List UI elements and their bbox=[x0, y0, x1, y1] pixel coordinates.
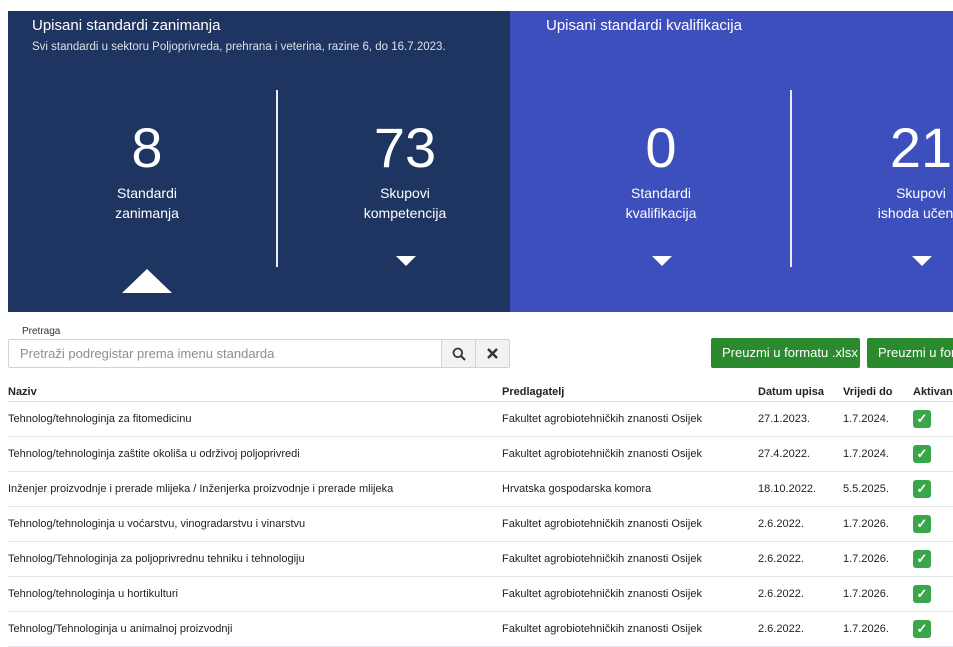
checkmark-icon: ✓ bbox=[913, 620, 931, 638]
cell-vrijedi-do: 1.7.2026. bbox=[843, 506, 913, 542]
stat-value: 8 bbox=[131, 116, 163, 179]
checkmark-icon: ✓ bbox=[913, 550, 931, 568]
search-input[interactable] bbox=[9, 340, 441, 367]
qualification-standards-panel: Upisani standardi kvalifikacija 0 Standa… bbox=[510, 11, 953, 312]
download-other-format-button[interactable]: Preuzmi u formatu bbox=[867, 338, 953, 368]
search-button[interactable] bbox=[441, 340, 475, 367]
checkmark-icon: ✓ bbox=[913, 585, 931, 603]
cell-datum-upisa: 27.1.2023. bbox=[758, 401, 843, 437]
checkmark-icon: ✓ bbox=[913, 480, 931, 498]
stat-divider bbox=[790, 90, 792, 267]
stat-label: Standardi kvalifikacija bbox=[625, 185, 697, 221]
chevron-down-icon[interactable] bbox=[912, 256, 932, 266]
column-header-aktivan[interactable]: Aktivan bbox=[913, 383, 953, 402]
table-row[interactable]: Tehnolog/Tehnologinja u animalnoj proizv… bbox=[8, 611, 953, 647]
stat-competence-sets[interactable]: 73 Skupovi kompetencija bbox=[285, 11, 510, 312]
column-header-naziv[interactable]: Naziv bbox=[8, 383, 502, 402]
stat-value: 0 bbox=[645, 116, 677, 179]
cell-naziv[interactable]: Tehnolog/tehnologinja za fitomedicinu bbox=[8, 401, 502, 437]
cell-aktivan: ✓ bbox=[913, 576, 953, 612]
checkmark-icon: ✓ bbox=[913, 410, 931, 428]
table-row[interactable]: Tehnolog/tehnologinja za fitomedicinu Fa… bbox=[8, 401, 953, 437]
cell-vrijedi-do: 1.7.2026. bbox=[843, 576, 913, 612]
stat-qualification-standards[interactable]: 0 Standardi kvalifikacija bbox=[541, 11, 781, 312]
cell-vrijedi-do: 5.5.2025. bbox=[843, 471, 913, 507]
download-xlsx-button[interactable]: Preuzmi u formatu .xlsx bbox=[711, 338, 860, 368]
cell-naziv[interactable]: Tehnolog/tehnologinja u hortikulturi bbox=[8, 576, 502, 612]
cell-predlagatelj: Fakultet agrobiotehničkih znanosti Osije… bbox=[502, 611, 758, 647]
stat-label: Skupovi ishoda učenja bbox=[877, 185, 953, 221]
cell-predlagatelj: Fakultet agrobiotehničkih znanosti Osije… bbox=[502, 401, 758, 437]
search-label: Pretraga bbox=[22, 326, 61, 337]
cell-predlagatelj: Fakultet agrobiotehničkih znanosti Osije… bbox=[502, 576, 758, 612]
cell-aktivan: ✓ bbox=[913, 436, 953, 472]
cell-naziv[interactable]: Tehnolog/Tehnologinja za poljoprivrednu … bbox=[8, 541, 502, 577]
cell-naziv[interactable]: Tehnolog/tehnologinja u voćarstvu, vinog… bbox=[8, 506, 502, 542]
cell-datum-upisa: 2.6.2022. bbox=[758, 576, 843, 612]
column-header-vrijedi-do[interactable]: Vrijedi do bbox=[843, 383, 913, 402]
cell-naziv[interactable]: Tehnolog/Tehnologinja u animalnoj proizv… bbox=[8, 611, 502, 647]
search-bar bbox=[8, 339, 510, 368]
selected-indicator-icon bbox=[122, 269, 172, 293]
cell-predlagatelj: Hrvatska gospodarska komora bbox=[502, 471, 758, 507]
stat-divider bbox=[276, 90, 278, 267]
cell-naziv[interactable]: Tehnolog/tehnologinja zaštite okoliša u … bbox=[8, 436, 502, 472]
cell-vrijedi-do: 1.7.2026. bbox=[843, 541, 913, 577]
table-header-row: Naziv Predlagatelj Datum upisa Vrijedi d… bbox=[8, 383, 953, 402]
cell-aktivan: ✓ bbox=[913, 471, 953, 507]
cell-aktivan: ✓ bbox=[913, 611, 953, 647]
cell-predlagatelj: Fakultet agrobiotehničkih znanosti Osije… bbox=[502, 506, 758, 542]
stat-value: 73 bbox=[373, 116, 437, 179]
stat-label: Standardi zanimanja bbox=[115, 185, 179, 221]
stat-label: Skupovi kompetencija bbox=[363, 185, 447, 221]
cell-datum-upisa: 2.6.2022. bbox=[758, 611, 843, 647]
cell-aktivan: ✓ bbox=[913, 506, 953, 542]
cell-datum-upisa: 27.4.2022. bbox=[758, 436, 843, 472]
cell-vrijedi-do: 1.7.2026. bbox=[843, 611, 913, 647]
close-icon bbox=[487, 348, 498, 359]
cell-aktivan: ✓ bbox=[913, 541, 953, 577]
column-header-datum-upisa[interactable]: Datum upisa bbox=[758, 383, 843, 402]
chevron-down-icon[interactable] bbox=[652, 256, 672, 266]
occupation-standards-panel: Upisani standardi zanimanja Svi standard… bbox=[8, 11, 510, 312]
cell-datum-upisa: 18.10.2022. bbox=[758, 471, 843, 507]
table-row[interactable]: Tehnolog/tehnologinja u hortikulturi Fak… bbox=[8, 576, 953, 612]
table-row[interactable]: Tehnolog/tehnologinja zaštite okoliša u … bbox=[8, 436, 953, 472]
cell-vrijedi-do: 1.7.2024. bbox=[843, 436, 913, 472]
cell-aktivan: ✓ bbox=[913, 401, 953, 437]
cell-datum-upisa: 2.6.2022. bbox=[758, 541, 843, 577]
cell-vrijedi-do: 1.7.2024. bbox=[843, 401, 913, 437]
stat-value: 21 bbox=[889, 116, 953, 179]
search-icon bbox=[452, 347, 466, 361]
stat-occupation-standards[interactable]: 8 Standardi zanimanja bbox=[27, 11, 267, 312]
cell-naziv[interactable]: Inženjer proizvodnje i prerade mlijeka /… bbox=[8, 471, 502, 507]
checkmark-icon: ✓ bbox=[913, 445, 931, 463]
column-header-predlagatelj[interactable]: Predlagatelj bbox=[502, 383, 758, 402]
checkmark-icon: ✓ bbox=[913, 515, 931, 533]
chevron-down-icon[interactable] bbox=[396, 256, 416, 266]
clear-search-button[interactable] bbox=[475, 340, 509, 367]
table-row[interactable]: Inženjer proizvodnje i prerade mlijeka /… bbox=[8, 471, 953, 507]
stat-learning-outcome-sets[interactable]: 21 Skupovi ishoda učenja bbox=[801, 11, 953, 312]
table-row[interactable]: Tehnolog/Tehnologinja za poljoprivrednu … bbox=[8, 541, 953, 577]
standards-table: Naziv Predlagatelj Datum upisa Vrijedi d… bbox=[8, 383, 953, 647]
cell-datum-upisa: 2.6.2022. bbox=[758, 506, 843, 542]
cell-predlagatelj: Fakultet agrobiotehničkih znanosti Osije… bbox=[502, 436, 758, 472]
table-row[interactable]: Tehnolog/tehnologinja u voćarstvu, vinog… bbox=[8, 506, 953, 542]
cell-predlagatelj: Fakultet agrobiotehničkih znanosti Osije… bbox=[502, 541, 758, 577]
